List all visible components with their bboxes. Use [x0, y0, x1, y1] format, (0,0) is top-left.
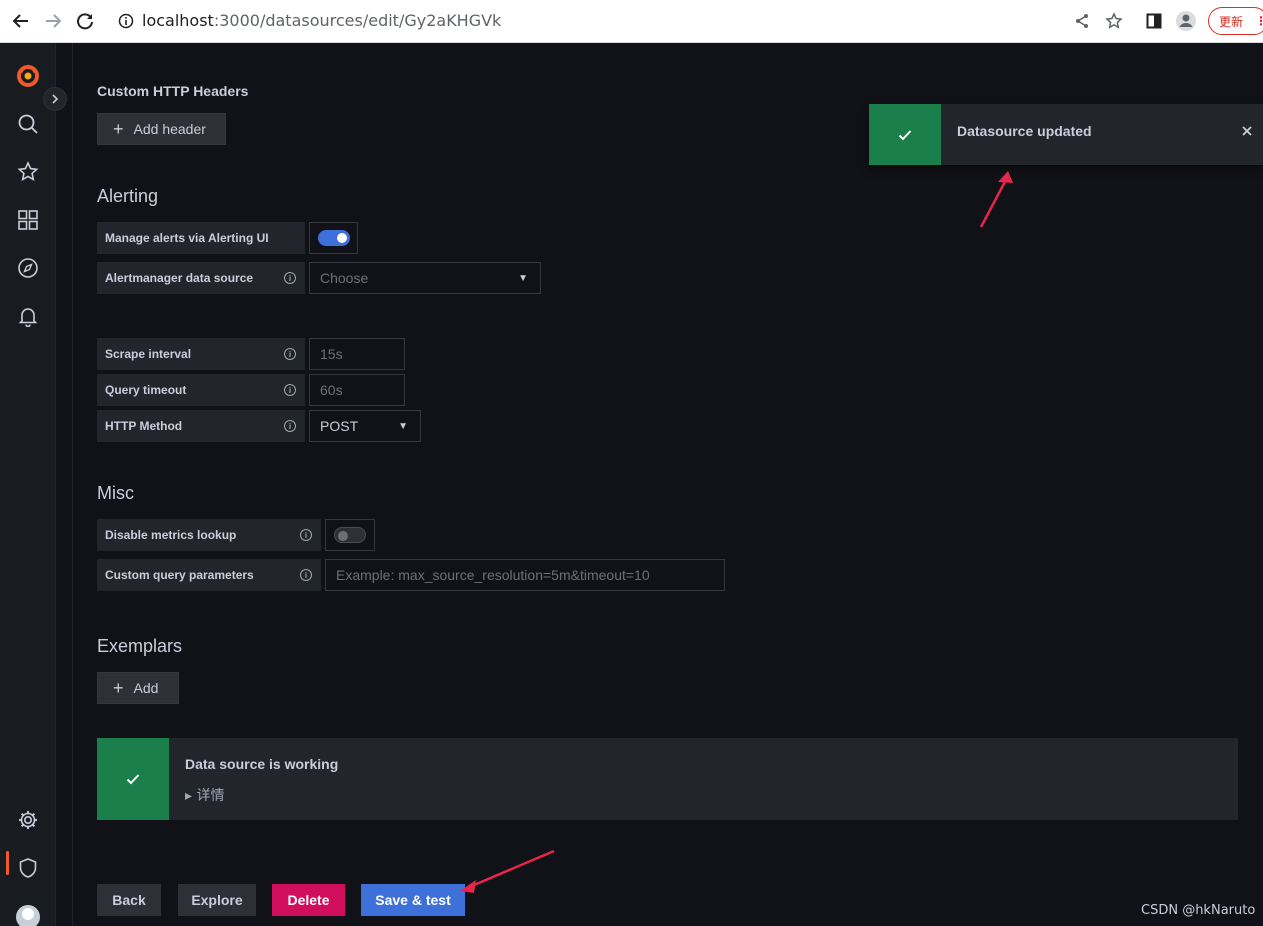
url-path: :3000/datasources/edit/Gy2aKHGVk — [213, 11, 502, 30]
disable-metrics-lookup-switch[interactable] — [334, 527, 366, 543]
alertmanager-placeholder: Choose — [320, 270, 369, 286]
manage-alerts-switch[interactable] — [317, 230, 350, 246]
browser-toolbar: localhost:3000/datasources/edit/Gy2aKHGV… — [0, 0, 1263, 43]
query-timeout-label: Query timeout — [97, 374, 305, 406]
alerting-section-title: Alerting — [97, 186, 159, 206]
custom-http-headers-title: Custom HTTP Headers — [97, 83, 249, 99]
share-icon[interactable] — [1069, 8, 1095, 34]
alertmanager-select[interactable]: Choose ▼ — [309, 262, 541, 294]
url-host: localhost — [142, 11, 214, 30]
disable-metrics-lookup-label: Disable metrics lookup — [97, 519, 321, 551]
add-header-label: Add header — [133, 121, 206, 137]
profile-icon[interactable] — [1173, 8, 1199, 34]
query-timeout-input[interactable]: 60s — [309, 374, 405, 406]
starred-icon[interactable] — [14, 158, 42, 186]
query-timeout-text: Query timeout — [105, 383, 187, 397]
grafana-sidebar — [0, 43, 56, 926]
custom-query-parameters-input[interactable]: Example: max_source_resolution=5m&timeou… — [325, 559, 725, 591]
scrape-interval-placeholder: 15s — [320, 346, 343, 362]
dashboards-icon[interactable] — [14, 206, 42, 234]
forward-arrow-icon[interactable] — [40, 8, 66, 34]
sidebar-active-indicator — [6, 851, 9, 875]
watermark: CSDN @hkNaruto — [1141, 903, 1256, 918]
info-icon[interactable]: i — [300, 569, 312, 581]
success-toast: Datasource updated — [869, 104, 1263, 165]
info-icon[interactable]: i — [284, 420, 296, 432]
check-icon — [869, 104, 941, 165]
save-and-test-button[interactable]: Save & test — [361, 884, 465, 916]
reload-icon[interactable] — [72, 8, 98, 34]
search-icon[interactable] — [14, 110, 42, 138]
alertmanager-datasource-label: Alertmanager data source — [97, 262, 305, 294]
disable-metrics-lookup-toggle[interactable] — [325, 519, 375, 551]
browser-update-button[interactable]: 更新 ⋮ — [1208, 7, 1263, 35]
sidebar-expand-button[interactable] — [43, 87, 67, 111]
http-method-select[interactable]: POST ▼ — [309, 410, 421, 442]
check-icon — [97, 738, 169, 820]
info-icon[interactable]: i — [300, 529, 312, 541]
more-menu-icon[interactable]: ⋮ — [1255, 14, 1263, 28]
http-method-label: HTTP Method — [97, 410, 305, 442]
back-arrow-icon[interactable] — [8, 8, 34, 34]
status-title: Data source is working — [185, 756, 339, 772]
manage-alerts-toggle[interactable] — [309, 222, 358, 254]
custom-query-parameters-label: Custom query parameters — [97, 559, 321, 591]
plus-icon: + — [113, 119, 124, 139]
user-avatar[interactable] — [16, 905, 40, 926]
info-icon[interactable]: i — [284, 348, 296, 360]
explore-compass-icon[interactable] — [14, 254, 42, 282]
custom-query-parameters-text: Custom query parameters — [105, 568, 254, 582]
alertmanager-label-text: Alertmanager data source — [105, 271, 254, 285]
site-info-icon[interactable] — [113, 8, 139, 34]
add-exemplar-label: Add — [133, 680, 159, 696]
toast-message: Datasource updated — [957, 123, 1092, 139]
toast-annotation-arrowhead — [998, 171, 1013, 183]
query-timeout-placeholder: 60s — [320, 382, 343, 398]
add-header-button[interactable]: + Add header — [97, 113, 226, 145]
status-details-toggle[interactable]: ▸ 详情 — [185, 785, 224, 805]
misc-section-title: Misc — [97, 483, 134, 503]
delete-button[interactable]: Delete — [272, 884, 345, 916]
info-icon[interactable]: i — [284, 272, 296, 284]
http-method-text: HTTP Method — [105, 419, 183, 433]
scrape-interval-label: Scrape interval — [97, 338, 305, 370]
address-bar[interactable]: localhost:3000/datasources/edit/Gy2aKHGV… — [142, 11, 501, 30]
update-label: 更新 — [1219, 14, 1244, 29]
scrape-interval-input[interactable]: 15s — [309, 338, 405, 370]
grafana-logo-icon[interactable] — [14, 62, 42, 90]
info-icon[interactable]: i — [284, 384, 296, 396]
manage-alerts-label: Manage alerts via Alerting UI — [97, 222, 305, 254]
custom-query-parameters-placeholder: Example: max_source_resolution=5m&timeou… — [336, 567, 650, 583]
close-icon[interactable] — [1241, 121, 1253, 142]
scrape-interval-text: Scrape interval — [105, 347, 192, 361]
chevron-down-icon: ▼ — [398, 421, 408, 432]
datasource-status-alert: Data source is working ▸ 详情 — [97, 738, 1238, 820]
add-exemplar-button[interactable]: + Add — [97, 672, 179, 704]
http-method-value: POST — [320, 418, 359, 434]
side-panel-icon[interactable] — [1141, 8, 1167, 34]
back-button[interactable]: Back — [97, 884, 161, 916]
configuration-gear-icon[interactable] — [14, 806, 42, 834]
exemplars-section-title: Exemplars — [97, 636, 183, 656]
toast-annotation-arrow — [979, 175, 1010, 228]
server-admin-shield-icon[interactable] — [14, 854, 42, 882]
bookmark-star-icon[interactable] — [1101, 8, 1127, 34]
alerting-bell-icon[interactable] — [14, 302, 42, 330]
explore-button[interactable]: Explore — [178, 884, 256, 916]
plus-icon: + — [113, 678, 124, 698]
content-divider — [72, 43, 73, 926]
disable-metrics-lookup-text: Disable metrics lookup — [105, 528, 237, 542]
chevron-down-icon: ▼ — [518, 273, 528, 284]
save-annotation-arrow — [466, 849, 555, 890]
